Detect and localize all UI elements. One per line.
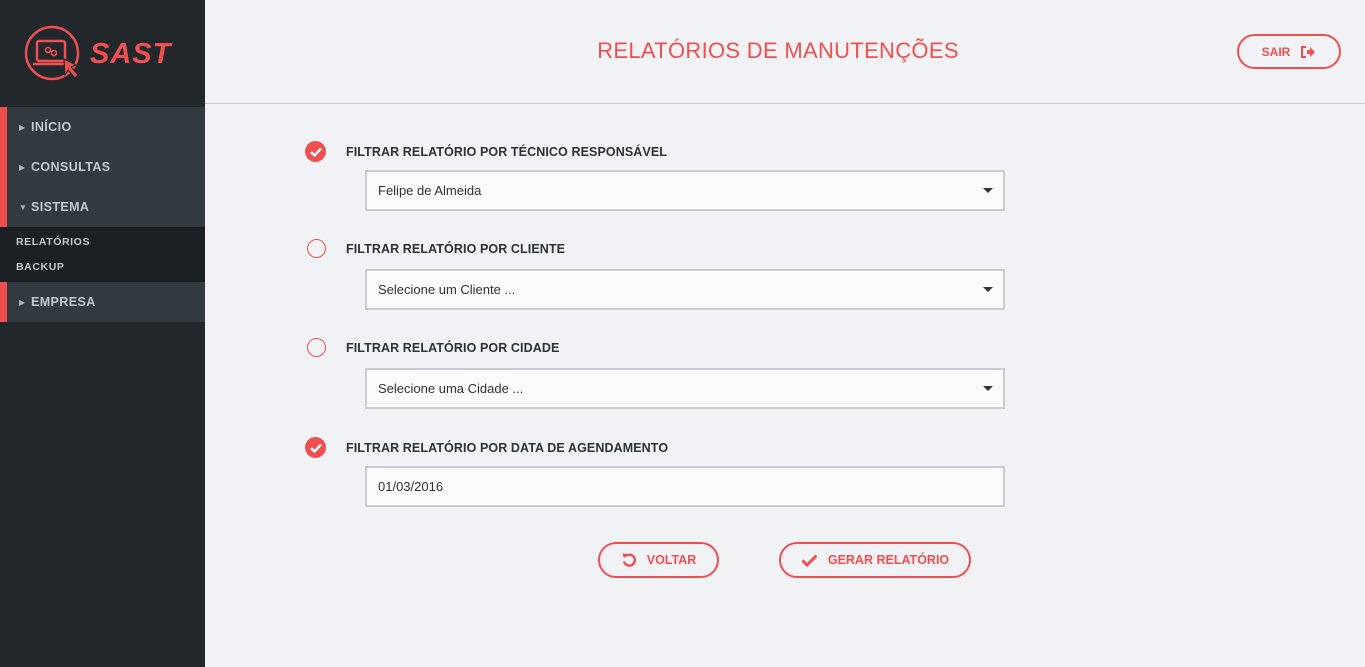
cliente-select-value: Selecione um Cliente ...: [378, 282, 516, 297]
sistema-submenu: RELATÓRIOS BACKUP: [0, 227, 205, 282]
filter-cliente-label: FILTRAR RELATÓRIO POR CLIENTE: [346, 241, 566, 256]
filter-data-checkbox[interactable]: [305, 437, 326, 458]
back-button[interactable]: VOLTAR: [598, 542, 719, 578]
undo-icon: [622, 553, 636, 567]
sidebar-item-inicio[interactable]: ▶ INÍCIO: [0, 107, 205, 147]
sast-logo[interactable]: SAST: [24, 25, 184, 87]
filter-cidade-row: FILTRAR RELATÓRIO POR CIDADE: [305, 338, 559, 357]
filter-cidade-label: FILTRAR RELATÓRIO POR CIDADE: [346, 340, 560, 355]
tecnico-select-value: Felipe de Almeida: [378, 183, 482, 198]
logo-icon: [24, 25, 80, 81]
filter-cliente-checkbox[interactable]: [307, 239, 326, 258]
sidebar-subitem-relatorios[interactable]: RELATÓRIOS: [0, 229, 205, 254]
cidade-select[interactable]: Selecione uma Cidade ...: [365, 368, 1005, 409]
filter-cidade-checkbox[interactable]: [307, 338, 326, 357]
sidebar-item-empresa[interactable]: ▶ EMPRESA: [0, 282, 205, 322]
sidebar: SAST ▶ INÍCIO ▶ CONSULTAS ▼ SISTEMA RELA…: [0, 0, 205, 667]
filter-cliente-row: FILTRAR RELATÓRIO POR CLIENTE: [305, 239, 565, 258]
check-icon: [309, 443, 322, 453]
filter-data-label: FILTRAR RELATÓRIO POR DATA DE AGENDAMENT…: [346, 440, 669, 455]
sign-out-icon: [1301, 45, 1316, 58]
tecnico-select[interactable]: Felipe de Almeida: [365, 170, 1005, 211]
logout-label: SAIR: [1261, 44, 1291, 59]
sidebar-item-label: EMPRESA: [31, 295, 96, 309]
sidebar-item-label: INÍCIO: [31, 120, 72, 134]
chevron-down-icon: [983, 386, 993, 391]
filter-tecnico-checkbox[interactable]: [305, 141, 326, 162]
sidebar-item-consultas[interactable]: ▶ CONSULTAS: [0, 147, 205, 187]
data-agendamento-value: 01/03/2016: [378, 479, 444, 494]
cidade-select-value: Selecione uma Cidade ...: [378, 381, 524, 396]
generate-report-label: GERAR RELATÓRIO: [827, 553, 950, 567]
sidebar-item-sistema[interactable]: ▼ SISTEMA: [0, 187, 205, 227]
page-title: RELATÓRIOS DE MANUTENÇÕES: [597, 38, 959, 63]
logout-button[interactable]: SAIR: [1237, 34, 1341, 69]
check-icon: [309, 147, 322, 157]
caret-down-icon: ▼: [19, 202, 27, 212]
logo-text: SAST: [90, 38, 172, 70]
header: RELATÓRIOS DE MANUTENÇÕES SAIR: [205, 0, 1365, 104]
cliente-select[interactable]: Selecione um Cliente ...: [365, 269, 1005, 310]
sidebar-subitem-backup[interactable]: BACKUP: [0, 254, 205, 279]
sidebar-item-label: CONSULTAS: [31, 160, 111, 174]
sidebar-item-label: SISTEMA: [31, 200, 90, 214]
chevron-down-icon: [983, 287, 993, 292]
filter-tecnico-row: FILTRAR RELATÓRIO POR TÉCNICO RESPONSÁVE…: [305, 141, 667, 162]
data-agendamento-input[interactable]: 01/03/2016: [365, 466, 1005, 507]
sidebar-nav: ▶ INÍCIO ▶ CONSULTAS ▼ SISTEMA RELATÓRIO…: [0, 107, 205, 322]
chevron-down-icon: [983, 188, 993, 193]
caret-right-icon: ▶: [19, 162, 26, 172]
caret-right-icon: ▶: [19, 297, 26, 307]
caret-right-icon: ▶: [19, 122, 26, 132]
back-button-label: VOLTAR: [646, 553, 697, 567]
generate-report-button[interactable]: GERAR RELATÓRIO: [779, 542, 971, 578]
check-icon: [801, 553, 818, 567]
filter-tecnico-label: FILTRAR RELATÓRIO POR TÉCNICO RESPONSÁVE…: [346, 144, 668, 159]
filter-data-row: FILTRAR RELATÓRIO POR DATA DE AGENDAMENT…: [305, 437, 668, 458]
